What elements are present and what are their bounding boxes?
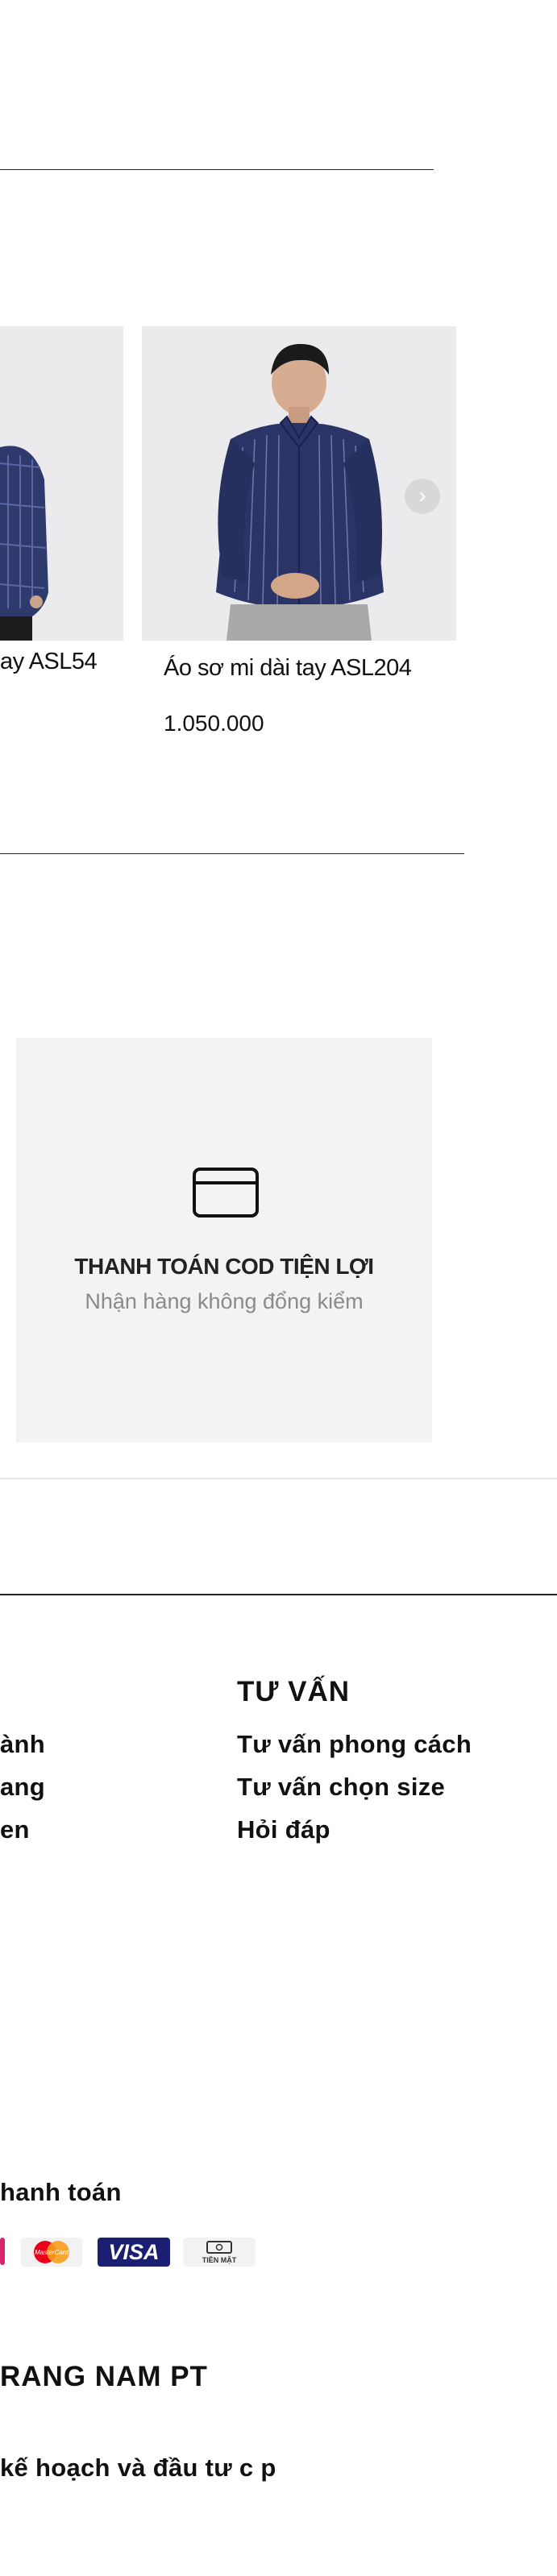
- shirt-model-photo: [0, 326, 123, 641]
- cash-icon: TIỀN MẶT: [183, 2238, 256, 2267]
- visa-icon: VISA: [98, 2238, 170, 2267]
- mastercard-label: MasterCard: [35, 2249, 69, 2256]
- footer-heading-payment: hanh toán: [0, 2178, 122, 2206]
- carousel-next-button[interactable]: ›: [405, 479, 440, 514]
- pink-card-icon: [0, 2238, 5, 2265]
- footer-link[interactable]: en: [0, 1815, 30, 1844]
- mastercard-icon: MasterCard: [21, 2238, 82, 2267]
- feature-card-cod: THANH TOÁN COD TIỆN LỢI Nhận hàng không …: [16, 1038, 432, 1442]
- credit-card-icon: [192, 1167, 260, 1222]
- footer-link-style-consult[interactable]: Tư vấn phong cách: [237, 1730, 472, 1759]
- footer-heading-consult: TƯ VẤN: [237, 1676, 351, 1707]
- footer-link[interactable]: ành: [0, 1730, 45, 1759]
- product-name[interactable]: ay ASL54: [0, 649, 98, 675]
- footer-company-line: kế hoạch và đầu tư c p: [0, 2454, 276, 2482]
- footer-link-faq[interactable]: Hỏi đáp: [237, 1815, 330, 1844]
- footer-link-size-consult[interactable]: Tư vấn chọn size: [237, 1773, 445, 1802]
- product-price: 1.050.000: [164, 711, 264, 736]
- feature-title: THANH TOÁN COD TIỆN LỢI: [74, 1254, 374, 1279]
- footer-company-name: RANG NAM PT: [0, 2361, 208, 2392]
- footer-divider: [0, 1594, 557, 1595]
- product-name[interactable]: Áo sơ mi dài tay ASL204: [164, 655, 412, 682]
- section-divider-light: [0, 1478, 557, 1479]
- cash-label: TIỀN MẶT: [202, 2256, 237, 2264]
- feature-subtitle: Nhận hàng không đổng kiểm: [85, 1289, 364, 1313]
- section-divider-top: [0, 169, 434, 170]
- section-divider: [0, 853, 464, 854]
- visa-label: VISA: [108, 2240, 159, 2264]
- product-image[interactable]: [0, 326, 123, 641]
- footer-link[interactable]: ang: [0, 1773, 45, 1802]
